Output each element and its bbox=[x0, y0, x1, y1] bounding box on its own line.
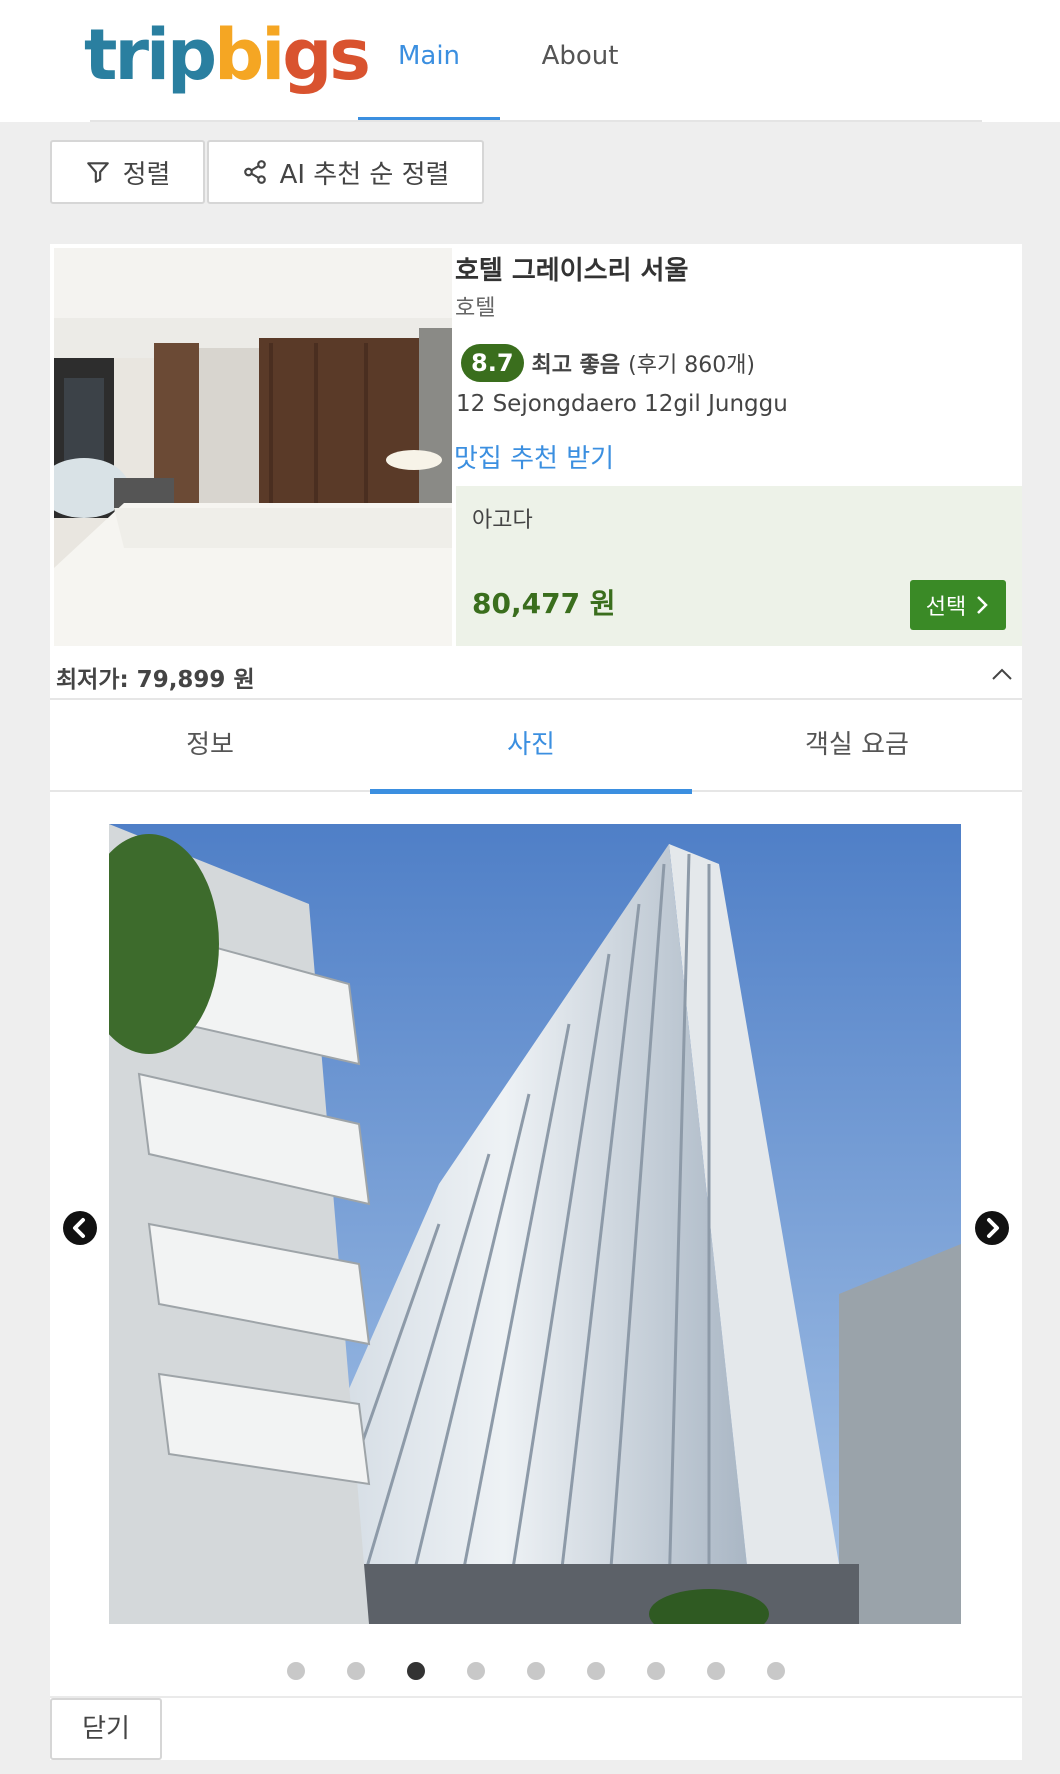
offer-provider: 아고다 bbox=[472, 508, 533, 533]
detail-tabs: 정보 사진 객실 요금 bbox=[50, 700, 1022, 794]
gallery-dot[interactable] bbox=[647, 1662, 665, 1680]
gallery-pagination bbox=[50, 1662, 1022, 1682]
hotel-address: 12 Sejongdaero 12gil Junggu bbox=[456, 391, 788, 417]
tab-room-rate-label: 객실 요금 bbox=[805, 730, 909, 760]
sort-button[interactable]: 정렬 bbox=[50, 140, 205, 204]
gallery-dot[interactable] bbox=[347, 1662, 365, 1680]
top-header: tripbigs Main About bbox=[0, 0, 1060, 122]
arrow-left-circle-icon[interactable] bbox=[62, 1210, 98, 1246]
select-button-label: 선택 bbox=[925, 595, 967, 620]
logo-text-part1: trip bbox=[84, 14, 217, 96]
rating-label: 최고 좋음 bbox=[531, 353, 621, 378]
gallery-dot[interactable] bbox=[527, 1662, 545, 1680]
gallery-dot[interactable] bbox=[587, 1662, 605, 1680]
logo-text-part2: bi bbox=[214, 14, 285, 96]
share-icon bbox=[243, 160, 266, 184]
tripbigs-logo[interactable]: tripbigs bbox=[84, 10, 371, 100]
rating-row: 8.7 최고 좋음 (후기 860개) bbox=[461, 344, 755, 382]
hotel-room-photo[interactable] bbox=[54, 248, 452, 646]
chevron-up-icon[interactable] bbox=[988, 660, 1016, 688]
sort-button-label: 정렬 bbox=[122, 159, 171, 190]
gallery-dot[interactable] bbox=[767, 1662, 785, 1680]
tab-photo[interactable]: 사진 bbox=[370, 700, 692, 794]
hotel-type: 호텔 bbox=[455, 296, 496, 321]
nav-tab-main-label: Main bbox=[397, 41, 461, 71]
close-row-divider bbox=[50, 1696, 1022, 1698]
logo-text-part3: gs bbox=[282, 14, 371, 96]
chevron-right-icon bbox=[977, 596, 989, 614]
hotel-card: 호텔 그레이스리 서울 호텔 8.7 최고 좋음 (후기 860개) 12 Se… bbox=[50, 244, 1022, 1760]
food-recommendation-link[interactable]: 맛집 추천 받기 bbox=[454, 438, 614, 475]
gallery-dot[interactable] bbox=[707, 1662, 725, 1680]
gallery-photo bbox=[109, 824, 961, 1624]
header-divider bbox=[90, 120, 982, 122]
nav-tab-about[interactable]: About bbox=[520, 0, 640, 122]
filter-icon bbox=[86, 162, 109, 183]
close-button[interactable]: 닫기 bbox=[50, 1698, 162, 1760]
gallery-dot[interactable] bbox=[467, 1662, 485, 1680]
tab-info[interactable]: 정보 bbox=[50, 700, 370, 792]
min-price: 최저가: 79,899 원 bbox=[56, 667, 255, 693]
tab-active-underline bbox=[370, 789, 692, 794]
tab-room-rate[interactable]: 객실 요금 bbox=[692, 700, 1022, 792]
min-price-row[interactable]: 최저가: 79,899 원 bbox=[50, 646, 1022, 700]
nav-tab-main[interactable]: Main bbox=[358, 0, 500, 122]
gallery-dot[interactable] bbox=[287, 1662, 305, 1680]
arrow-right-circle-icon[interactable] bbox=[974, 1210, 1010, 1246]
hotel-name[interactable]: 호텔 그레이스리 서울 bbox=[455, 250, 688, 287]
review-count: (후기 860개) bbox=[628, 353, 756, 378]
offer-price: 80,477 원 bbox=[472, 587, 616, 620]
ai-sort-button-label: AI 추천 순 정렬 bbox=[279, 159, 450, 190]
nav-tab-about-label: About bbox=[541, 41, 619, 71]
tab-photo-label: 사진 bbox=[507, 730, 555, 760]
tab-info-label: 정보 bbox=[186, 730, 234, 760]
ai-sort-button[interactable]: AI 추천 순 정렬 bbox=[207, 140, 484, 204]
select-button[interactable]: 선택 bbox=[910, 580, 1006, 630]
offer-box: 아고다 80,477 원 선택 bbox=[456, 486, 1022, 646]
gallery-dot[interactable] bbox=[407, 1662, 425, 1680]
score-badge: 8.7 bbox=[461, 344, 524, 382]
